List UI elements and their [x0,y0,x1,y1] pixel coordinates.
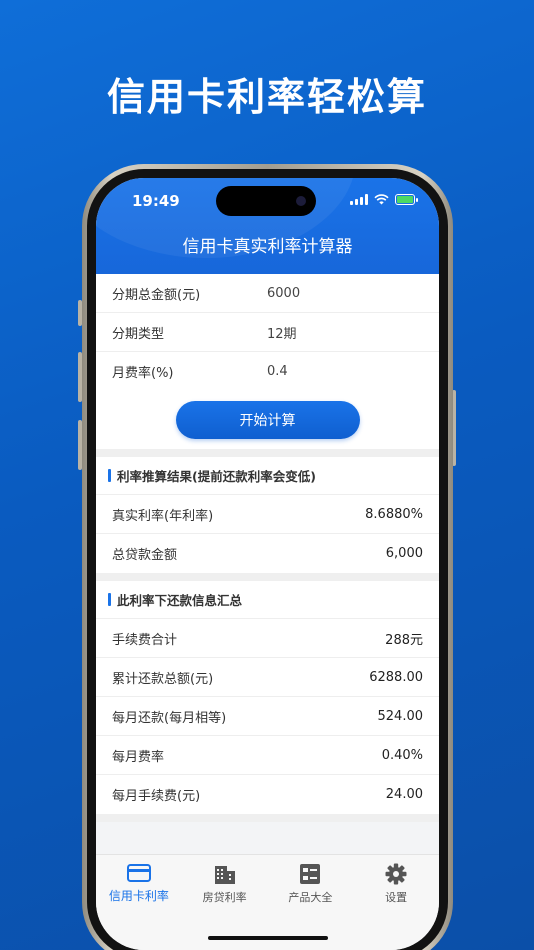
input-row-amount[interactable]: 分期总金额(元) 6000 [96,274,439,313]
credit-card-icon [126,864,151,882]
rate-result-card: 利率推算结果(提前还款利率会变低) 真实利率(年利率) 8.6880% 总贷款金… [96,457,439,573]
promo-headline: 信用卡利率轻松算 [106,75,427,119]
list-icon [300,864,321,884]
repayment-summary-card: 此利率下还款信息汇总 手续费合计 288元 累计还款总额(元) 6288.00 … [96,581,439,814]
building-icon [214,866,235,884]
amount-input[interactable]: 6000 [267,286,300,301]
app-screen: 19:49 信用卡真实利率计算器 分期总金额(元) 6000 分期类型 12期 … [96,178,439,950]
period-select[interactable]: 12期 [267,323,297,342]
dynamic-island [216,186,316,216]
tab-mortgage-rate[interactable]: 房贷利率 [182,863,268,911]
status-time: 19:49 [132,192,180,210]
wifi-icon [374,194,389,205]
input-row-rate[interactable]: 月费率(%) 0.4 [96,352,439,391]
tab-settings[interactable]: 设置 [353,863,439,911]
phone-frame: 19:49 信用卡真实利率计算器 分期总金额(元) 6000 分期类型 12期 … [82,164,453,950]
summary-row: 每月手续费(元) 24.00 [112,787,423,804]
status-icons [350,194,418,205]
summary-row: 累计还款总额(元) 6288.00 [96,658,439,697]
rate-input[interactable]: 0.4 [267,364,288,379]
input-card: 分期总金额(元) 6000 分期类型 12期 月费率(%) 0.4 开始计算 [96,274,439,449]
summary-row: 手续费合计 288元 [96,619,439,658]
app-header: 19:49 信用卡真实利率计算器 [96,178,439,274]
nav-title: 信用卡真实利率计算器 [182,237,353,257]
home-indicator [207,936,328,940]
summary-row: 每月还款(每月相等) 524.00 [96,697,439,736]
summary-row: 每月费率 0.40% [96,736,439,775]
tab-products[interactable]: 产品大全 [268,863,354,911]
section-title: 此利率下还款信息汇总 [96,581,439,619]
result-row: 总贷款金额 6,000 [112,546,423,563]
tab-credit-card-rate[interactable]: 信用卡利率 [96,863,182,911]
tab-bar: 信用卡利率 房贷利率 产品大全 设置 [96,854,439,950]
input-row-period[interactable]: 分期类型 12期 [96,313,439,352]
gear-icon [385,863,407,885]
calculate-button[interactable]: 开始计算 [175,401,360,439]
section-title: 利率推算结果(提前还款利率会变低) [96,457,439,495]
main-content: 分期总金额(元) 6000 分期类型 12期 月费率(%) 0.4 开始计算 利… [96,274,439,822]
result-row: 真实利率(年利率) 8.6880% [96,495,439,534]
battery-icon [395,194,418,205]
signal-icon [350,194,368,205]
